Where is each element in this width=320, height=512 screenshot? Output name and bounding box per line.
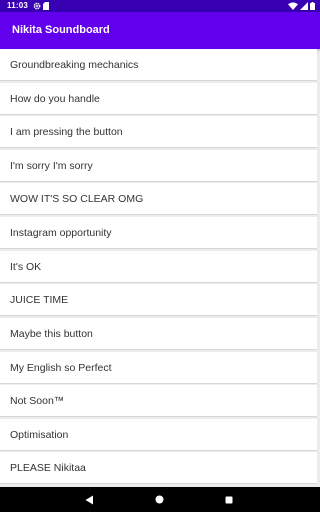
status-right-icons bbox=[286, 2, 315, 10]
sound-button-my-english-so-perfect[interactable]: My English so Perfect bbox=[0, 352, 317, 384]
sound-button-label: Not Soon™ bbox=[10, 395, 65, 407]
sound-button-wow-its-so-clear[interactable]: WOW IT'S SO CLEAR OMG bbox=[0, 183, 317, 215]
sound-button-how-do-you-handle[interactable]: How do you handle bbox=[0, 83, 317, 115]
sound-button-im-sorry[interactable]: I'm sorry I'm sorry bbox=[0, 150, 317, 182]
sound-button-label: It's OK bbox=[10, 261, 42, 273]
sound-button-label: How do you handle bbox=[10, 93, 100, 105]
battery-icon bbox=[310, 2, 315, 10]
sound-button-juice-time[interactable]: JUICE TIME bbox=[0, 284, 317, 316]
sound-button-label: My English so Perfect bbox=[10, 362, 112, 374]
sound-button-label: PLEASE Nikitaa bbox=[10, 462, 86, 474]
sound-button-label: Optimisation bbox=[10, 429, 69, 441]
home-icon[interactable] bbox=[154, 494, 165, 505]
sound-button-not-soon[interactable]: Not Soon™ bbox=[0, 385, 317, 417]
sound-button-label: Maybe this button bbox=[10, 328, 93, 340]
status-time: 11:03 bbox=[7, 1, 29, 10]
sound-button-label: I'm sorry I'm sorry bbox=[10, 160, 93, 172]
sound-button-label: I am pressing the button bbox=[10, 126, 123, 138]
navigation-bar bbox=[0, 487, 320, 512]
sd-card-icon bbox=[43, 2, 49, 10]
signal-icon bbox=[300, 2, 308, 10]
sound-button-maybe-this-button[interactable]: Maybe this button bbox=[0, 318, 317, 350]
sound-button-label: JUICE TIME bbox=[10, 294, 69, 306]
back-icon[interactable] bbox=[84, 494, 95, 505]
sound-button-label: Groundbreaking mechanics bbox=[10, 59, 139, 71]
sound-button-label: WOW IT'S SO CLEAR OMG bbox=[10, 193, 144, 205]
sound-button-instagram-opportunity[interactable]: Instagram opportunity bbox=[0, 217, 317, 249]
sound-button-i-am-pressing-the-button[interactable]: I am pressing the button bbox=[0, 116, 317, 148]
status-left-icons bbox=[31, 2, 49, 10]
sound-button-its-ok[interactable]: It's OK bbox=[0, 251, 317, 283]
recents-icon[interactable] bbox=[223, 494, 234, 505]
sound-button-groundbreaking-mechanics[interactable]: Groundbreaking mechanics bbox=[0, 49, 317, 81]
sound-button-please-nikitaa[interactable]: PLEASE Nikitaa bbox=[0, 452, 317, 484]
status-bar: 11:03 bbox=[0, 0, 320, 12]
app-title: Nikita Soundboard bbox=[12, 24, 110, 36]
settings-icon bbox=[33, 2, 41, 10]
sound-button-label: Instagram opportunity bbox=[10, 227, 112, 239]
app-bar: Nikita Soundboard bbox=[0, 12, 320, 49]
sound-list[interactable]: Groundbreaking mechanics How do you hand… bbox=[0, 49, 320, 487]
wifi-icon bbox=[288, 2, 298, 10]
sound-button-optimisation[interactable]: Optimisation bbox=[0, 419, 317, 451]
